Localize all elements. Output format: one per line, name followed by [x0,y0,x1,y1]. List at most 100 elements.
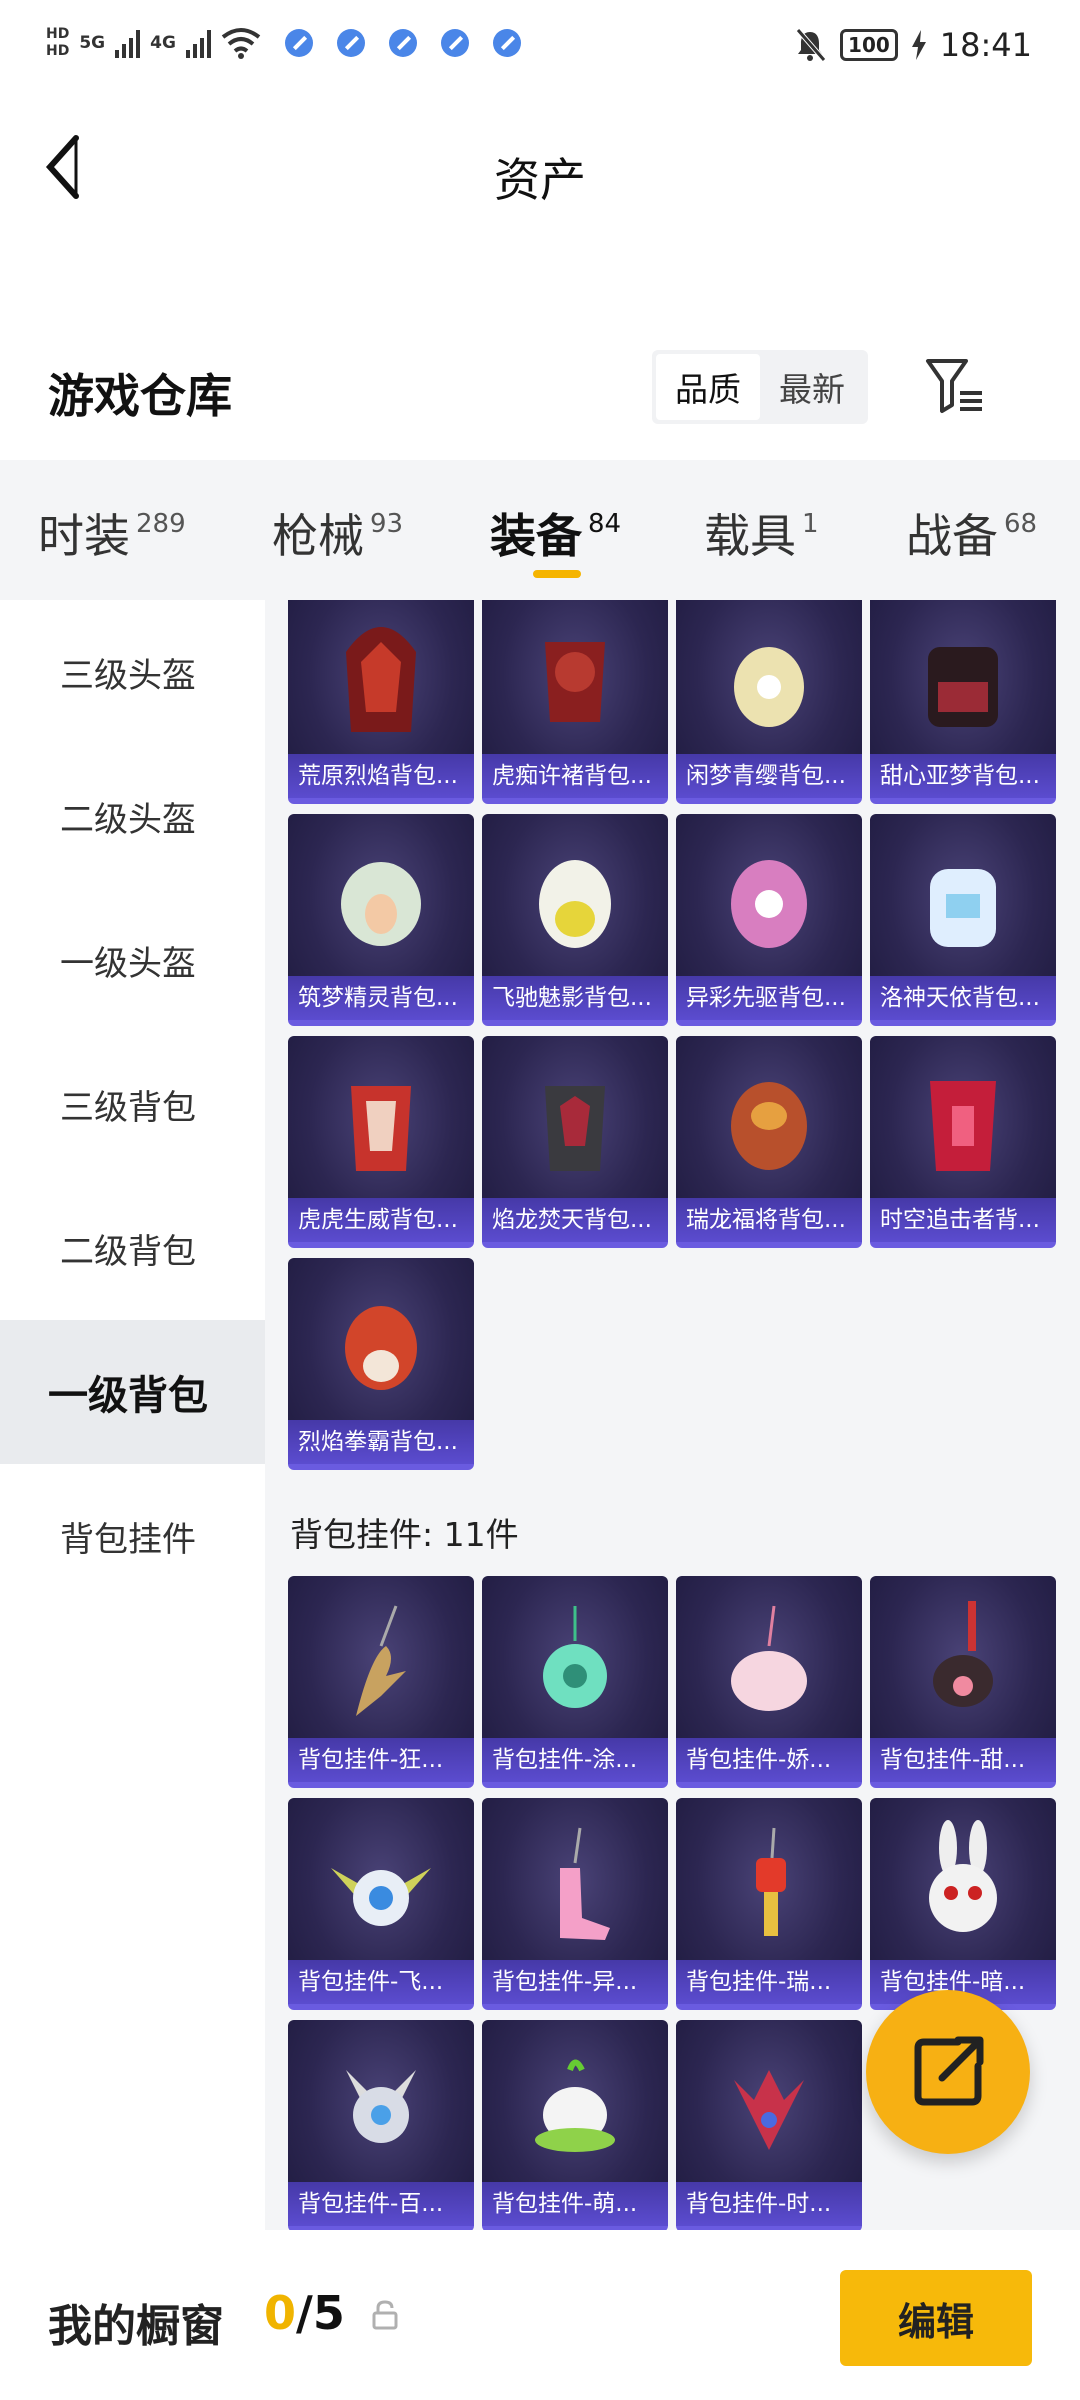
pendant-icon [346,2070,416,2143]
filter-icon[interactable] [924,355,986,417]
page-title: 资产 [494,153,586,207]
item-card[interactable]: 背包挂件-飞... [288,1798,474,2010]
sidebar-item-level2-helmet[interactable]: 二级头盔 [0,744,265,888]
item-card[interactable]: 虎虎生威背包... [288,1036,474,1248]
item-card[interactable]: 时空追击者背... [870,1036,1056,1248]
sidebar-item-level2-backpack[interactable]: 二级背包 [0,1176,265,1320]
item-card[interactable]: 背包挂件-暗... [870,1798,1056,2010]
item-card[interactable]: 背包挂件-百... [288,2020,474,2230]
item-name: 背包挂件-萌... [482,2182,668,2226]
backpack-icon [341,862,421,946]
clock: 18:41 [939,26,1032,64]
item-grid: 荒原烈焰背包... 虎痴许褚背包... 闲梦青缨背包... 甜心亚梦背包... … [265,600,1080,2230]
item-card[interactable]: 荒原烈焰背包... [288,600,474,804]
item-name: 虎虎生威背包... [288,1198,474,1242]
sidebar-item-backpack-pendant[interactable]: 背包挂件 [0,1464,265,1608]
hd-indicator: HD HD [46,26,69,60]
nav-bar: 资产 [0,100,1080,240]
pendant-icon [734,2070,804,2150]
mute-bell-icon [796,28,826,62]
hd-bottom: HD [46,43,70,59]
sidebar-item-level1-backpack[interactable]: 一级背包 [0,1320,265,1464]
backpack-icon [545,642,605,722]
item-card[interactable]: 背包挂件-甜... [870,1576,1056,1788]
backpack-icon [346,627,416,732]
item-card[interactable]: 背包挂件-异... [482,1798,668,2010]
tab-label: 战备 [906,509,998,563]
tab-count: 1 [802,509,819,539]
sort-by-newest[interactable]: 最新 [760,354,864,420]
charging-icon [911,30,926,60]
item-card[interactable]: 瑞龙福将背包... [676,1036,862,1248]
item-card[interactable]: 筑梦精灵背包... [288,814,474,1026]
item-name: 背包挂件-瑞... [676,1960,862,2004]
showcase-bar: 我的橱窗 0/5 编辑 [0,2230,1080,2400]
pendant-icon [731,1605,807,1711]
item-name: 筑梦精灵背包... [288,976,474,1020]
item-name: 甜心亚梦背包... [870,754,1056,798]
item-card[interactable]: 焰龙焚天背包... [482,1036,668,1248]
edit-button[interactable]: 编辑 [840,2270,1032,2366]
item-name: 背包挂件-狂... [288,1738,474,1782]
item-card[interactable]: 背包挂件-狂... [288,1576,474,1788]
item-card[interactable]: 飞驰魅影背包... [482,814,668,1026]
item-name: 闲梦青缨背包... [676,754,862,798]
item-card[interactable]: 闲梦青缨背包... [676,600,862,804]
item-card[interactable]: 洛神天依背包... [870,814,1056,1026]
pendant-icon [756,1827,786,1936]
backpack-icon [930,1081,996,1171]
category-tab-bar: 时装 289 枪械 93 装备 84 载具 1 战备 68 [0,460,1080,600]
item-card[interactable]: 背包挂件-娇... [676,1576,862,1788]
tab-vehicles[interactable]: 载具 1 [704,500,819,566]
item-card[interactable]: 背包挂件-瑞... [676,1798,862,2010]
item-name: 荒原烈焰背包... [288,754,474,798]
showcase-total: /5 [296,2286,345,2340]
item-name: 背包挂件-异... [482,1960,668,2004]
app-notification-icon [388,29,417,57]
item-card[interactable]: 背包挂件-萌... [482,2020,668,2230]
item-name: 背包挂件-娇... [676,1738,862,1782]
item-name: 飞驰魅影背包... [482,976,668,1020]
item-name: 焰龙焚天背包... [482,1198,668,1242]
pendant-icon [929,1820,997,1932]
item-card[interactable]: 虎痴许褚背包... [482,600,668,804]
item-card[interactable]: 背包挂件-时... [676,2020,862,2230]
tab-label: 载具 [704,509,796,563]
tab-weapons[interactable]: 枪械 93 [272,500,403,566]
pendant-icon [933,1601,993,1707]
sort-by-quality[interactable]: 品质 [656,354,760,420]
backpack-icon [928,647,998,727]
sort-toggle: 品质 最新 [652,350,868,424]
network-4g-label: 4G [150,33,176,53]
network-5g-label: 5G [79,33,106,53]
wifi-icon [221,28,261,59]
item-name: 烈焰拳霸背包... [288,1420,474,1464]
showcase-count: 0/5 [264,2286,345,2340]
share-button[interactable] [866,1990,1030,2154]
pendant-icon [331,1868,431,1926]
item-card[interactable]: 烈焰拳霸背包... [288,1258,474,1470]
lock-icon [372,2300,398,2330]
tab-count: 93 [370,509,404,539]
item-name: 瑞龙福将背包... [676,1198,862,1242]
item-name: 异彩先驱背包... [676,976,862,1020]
tab-fashion[interactable]: 时装 289 [38,500,186,566]
app-notification-icon [492,29,521,57]
category-sidebar: 三级头盔 二级头盔 一级头盔 三级背包 二级背包 一级背包 背包挂件 [0,600,265,2230]
backpack-icon [731,860,807,948]
item-card[interactable]: 背包挂件-涂... [482,1576,668,1788]
tab-equipment[interactable]: 装备 84 [490,500,621,566]
backpack-icon [731,1082,807,1170]
sidebar-item-level3-helmet[interactable]: 三级头盔 [0,600,265,744]
sidebar-item-level1-helmet[interactable]: 一级头盔 [0,888,265,1032]
pendant-icon [535,2059,615,2152]
item-card[interactable]: 异彩先驱背包... [676,814,862,1026]
showcase-current: 0 [264,2286,297,2340]
tab-supplies[interactable]: 战备 68 [906,500,1037,566]
sidebar-item-level3-backpack[interactable]: 三级背包 [0,1032,265,1176]
active-tab-indicator [533,570,581,578]
tab-label: 枪械 [272,509,364,563]
item-card[interactable]: 甜心亚梦背包... [870,600,1056,804]
app-notification-icon [284,29,313,57]
tab-label: 时装 [38,509,130,563]
